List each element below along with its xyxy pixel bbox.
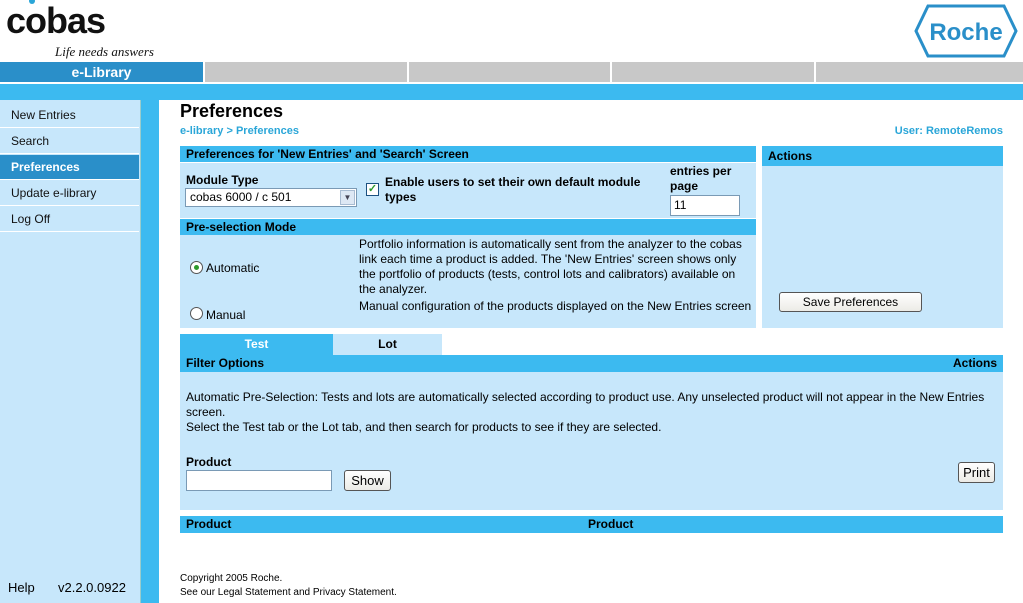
print-button[interactable]: Print: [958, 462, 995, 483]
show-button[interactable]: Show: [344, 470, 391, 491]
save-preferences-button[interactable]: Save Preferences: [779, 292, 922, 312]
filter-description: Automatic Pre-Selection: Tests and lots …: [186, 390, 986, 435]
sidebar-item-search[interactable]: Search: [0, 129, 139, 154]
footer: Copyright 2005 Roche. See our Legal Stat…: [180, 572, 397, 600]
filter-actions-label: Actions: [952, 356, 997, 370]
tab-separator: [203, 62, 205, 82]
sidebar-item-update-e-library[interactable]: Update e-library: [0, 181, 139, 206]
manual-radio[interactable]: [190, 307, 203, 320]
header-bar: [0, 84, 1023, 100]
tagline: Life needs answers: [55, 44, 154, 59]
chevron-down-icon[interactable]: ▼: [340, 190, 355, 205]
module-type-value: cobas 6000 / c 501: [190, 190, 292, 204]
manual-radio-label: Manual: [206, 308, 246, 322]
help-link[interactable]: Help: [8, 580, 35, 595]
filter-description-line: Select the Test tab or the Lot tab, and …: [186, 420, 662, 434]
filter-options-title: Filter Options: [186, 356, 264, 370]
entries-per-page-label: entries per page: [670, 164, 732, 193]
sidebar-item-preferences[interactable]: Preferences: [0, 155, 139, 180]
sidebar-item-new-entries[interactable]: New Entries: [0, 103, 139, 128]
manual-description: Manual configuration of the products dis…: [359, 299, 752, 313]
page-title: Preferences: [180, 101, 284, 121]
results-column-product: Product: [186, 517, 232, 531]
product-search-input[interactable]: [186, 470, 332, 491]
tab-lot[interactable]: Lot: [333, 334, 442, 355]
tab-e-library[interactable]: e-Library: [0, 62, 203, 82]
tab-separator: [610, 62, 612, 82]
results-header: Product Product: [180, 516, 1003, 533]
preferences-header: Preferences for 'New Entries' and 'Searc…: [180, 146, 756, 162]
roche-logo-icon: Roche: [914, 4, 1018, 58]
enable-default-module-checkbox[interactable]: ✓: [366, 183, 379, 196]
preselection-header: Pre-selection Mode: [180, 219, 756, 235]
module-type-select[interactable]: cobas 6000 / c 501 ▼: [185, 188, 357, 207]
filter-options-header: Filter Options Actions: [180, 355, 1003, 372]
legal-links[interactable]: See our Legal Statement and Privacy Stat…: [180, 586, 397, 600]
cobas-logo: cobas: [6, 0, 106, 41]
tab-separator: [407, 62, 409, 82]
enable-default-module-label: Enable users to set their own default mo…: [385, 175, 641, 204]
sidebar-item-log-off[interactable]: Log Off: [0, 207, 139, 232]
entries-per-page-input[interactable]: 11: [670, 195, 740, 216]
tab-separator: [814, 62, 816, 82]
version-label: v2.2.0.0922: [58, 580, 126, 595]
copyright-text: Copyright 2005 Roche.: [180, 573, 283, 584]
tab-test[interactable]: Test: [180, 334, 333, 355]
sidebar: New Entries Search Preferences Update e-…: [0, 100, 141, 603]
sidebar-strip: [141, 100, 159, 603]
breadcrumb[interactable]: e-library > Preferences: [180, 125, 299, 137]
module-type-label: Module Type: [186, 173, 259, 187]
filter-description-line: Automatic Pre-Selection: Tests and lots …: [186, 390, 985, 419]
user-label: User: RemoteRemos: [894, 125, 1003, 137]
roche-logo-text: Roche: [929, 19, 1002, 46]
automatic-radio[interactable]: [190, 261, 203, 274]
results-column-product-2: Product: [588, 517, 634, 531]
automatic-radio-label: Automatic: [206, 261, 260, 275]
product-label: Product: [186, 455, 232, 469]
automatic-description: Portfolio information is automatically s…: [359, 237, 742, 296]
actions-header: Actions: [762, 146, 1003, 166]
